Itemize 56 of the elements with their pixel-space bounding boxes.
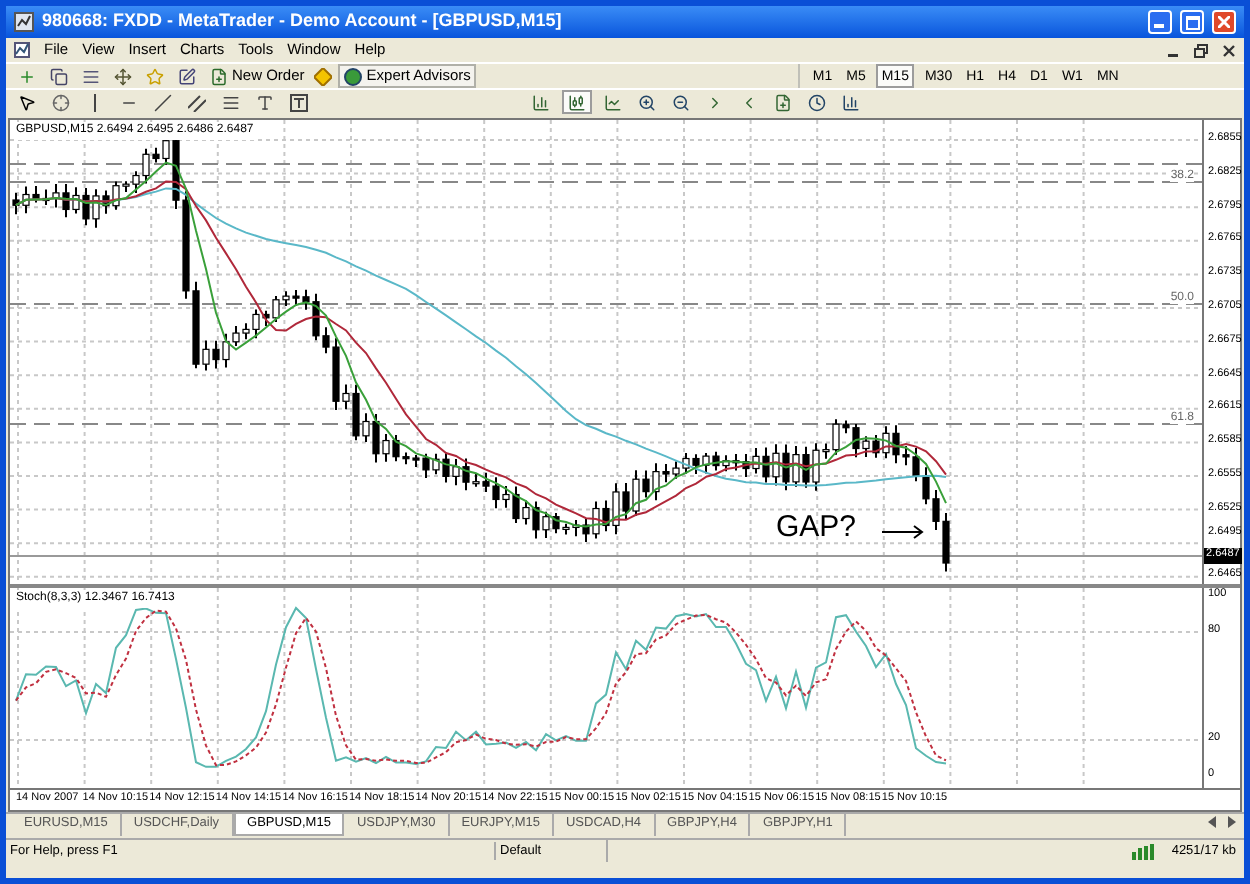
scroll-right-icon[interactable] bbox=[1226, 814, 1238, 830]
channel-button[interactable] bbox=[184, 90, 210, 114]
label-button[interactable] bbox=[286, 90, 312, 114]
bar-chart-button[interactable] bbox=[528, 90, 554, 114]
navigator-button[interactable] bbox=[110, 64, 136, 88]
scroll-left-icon[interactable] bbox=[1206, 814, 1218, 830]
chart-window-icon bbox=[14, 42, 30, 58]
zoom-out-icon bbox=[672, 93, 690, 111]
line-chart-button[interactable] bbox=[600, 90, 626, 114]
globe-icon bbox=[344, 67, 363, 85]
templates-button[interactable] bbox=[838, 90, 864, 114]
document-plus-icon bbox=[774, 93, 792, 111]
clock-icon bbox=[808, 93, 826, 111]
maximize-button[interactable] bbox=[1180, 10, 1204, 34]
trendline-icon bbox=[154, 93, 172, 111]
text-button[interactable] bbox=[252, 90, 278, 114]
indicators-button[interactable] bbox=[770, 90, 796, 114]
star-icon bbox=[146, 67, 164, 85]
lines-icon bbox=[222, 93, 240, 111]
terminal-button[interactable] bbox=[174, 64, 200, 88]
line-chart-icon bbox=[604, 93, 622, 111]
annotation-text: GAP? bbox=[776, 512, 857, 542]
periods-button[interactable] bbox=[804, 90, 830, 114]
crosshair-button[interactable] bbox=[48, 90, 74, 114]
parallel-lines-icon bbox=[188, 93, 206, 111]
document-plus-icon bbox=[210, 67, 228, 85]
text-label-icon bbox=[290, 93, 308, 111]
zoom-in-icon bbox=[638, 93, 656, 111]
text-icon bbox=[256, 93, 274, 111]
window-title: 980668: FXDD - MetaTrader - Demo Account - [GBPUSD,M15] bbox=[42, 8, 564, 35]
candlestick-icon bbox=[568, 93, 586, 111]
close-icon bbox=[1218, 16, 1230, 28]
trendline-button[interactable] bbox=[150, 90, 176, 114]
panel-icon bbox=[178, 67, 196, 85]
candlestick-button[interactable] bbox=[562, 90, 592, 114]
app-icon bbox=[14, 12, 34, 32]
crosshair-icon bbox=[52, 93, 70, 111]
profiles-button[interactable] bbox=[46, 64, 72, 88]
zoom-out-button[interactable] bbox=[668, 90, 694, 114]
maximize-icon bbox=[1185, 15, 1199, 29]
cursor-button[interactable] bbox=[14, 90, 40, 114]
minimize-button[interactable] bbox=[1148, 10, 1172, 34]
move-icon bbox=[114, 67, 132, 85]
warning-diamond-icon[interactable] bbox=[314, 67, 333, 85]
zoom-in-button[interactable] bbox=[634, 90, 660, 114]
close-button[interactable] bbox=[1212, 10, 1236, 34]
plus-icon bbox=[18, 67, 36, 85]
connection-bars-icon bbox=[1131, 843, 1156, 859]
arrow bbox=[881, 525, 924, 539]
chart-icon bbox=[842, 93, 860, 111]
restore-icon[interactable] bbox=[1194, 43, 1208, 57]
cursor-icon bbox=[18, 93, 36, 111]
copy-icon bbox=[50, 67, 68, 85]
bars-icon bbox=[532, 93, 550, 111]
close-icon[interactable] bbox=[1222, 43, 1236, 57]
list-icon bbox=[82, 67, 100, 85]
